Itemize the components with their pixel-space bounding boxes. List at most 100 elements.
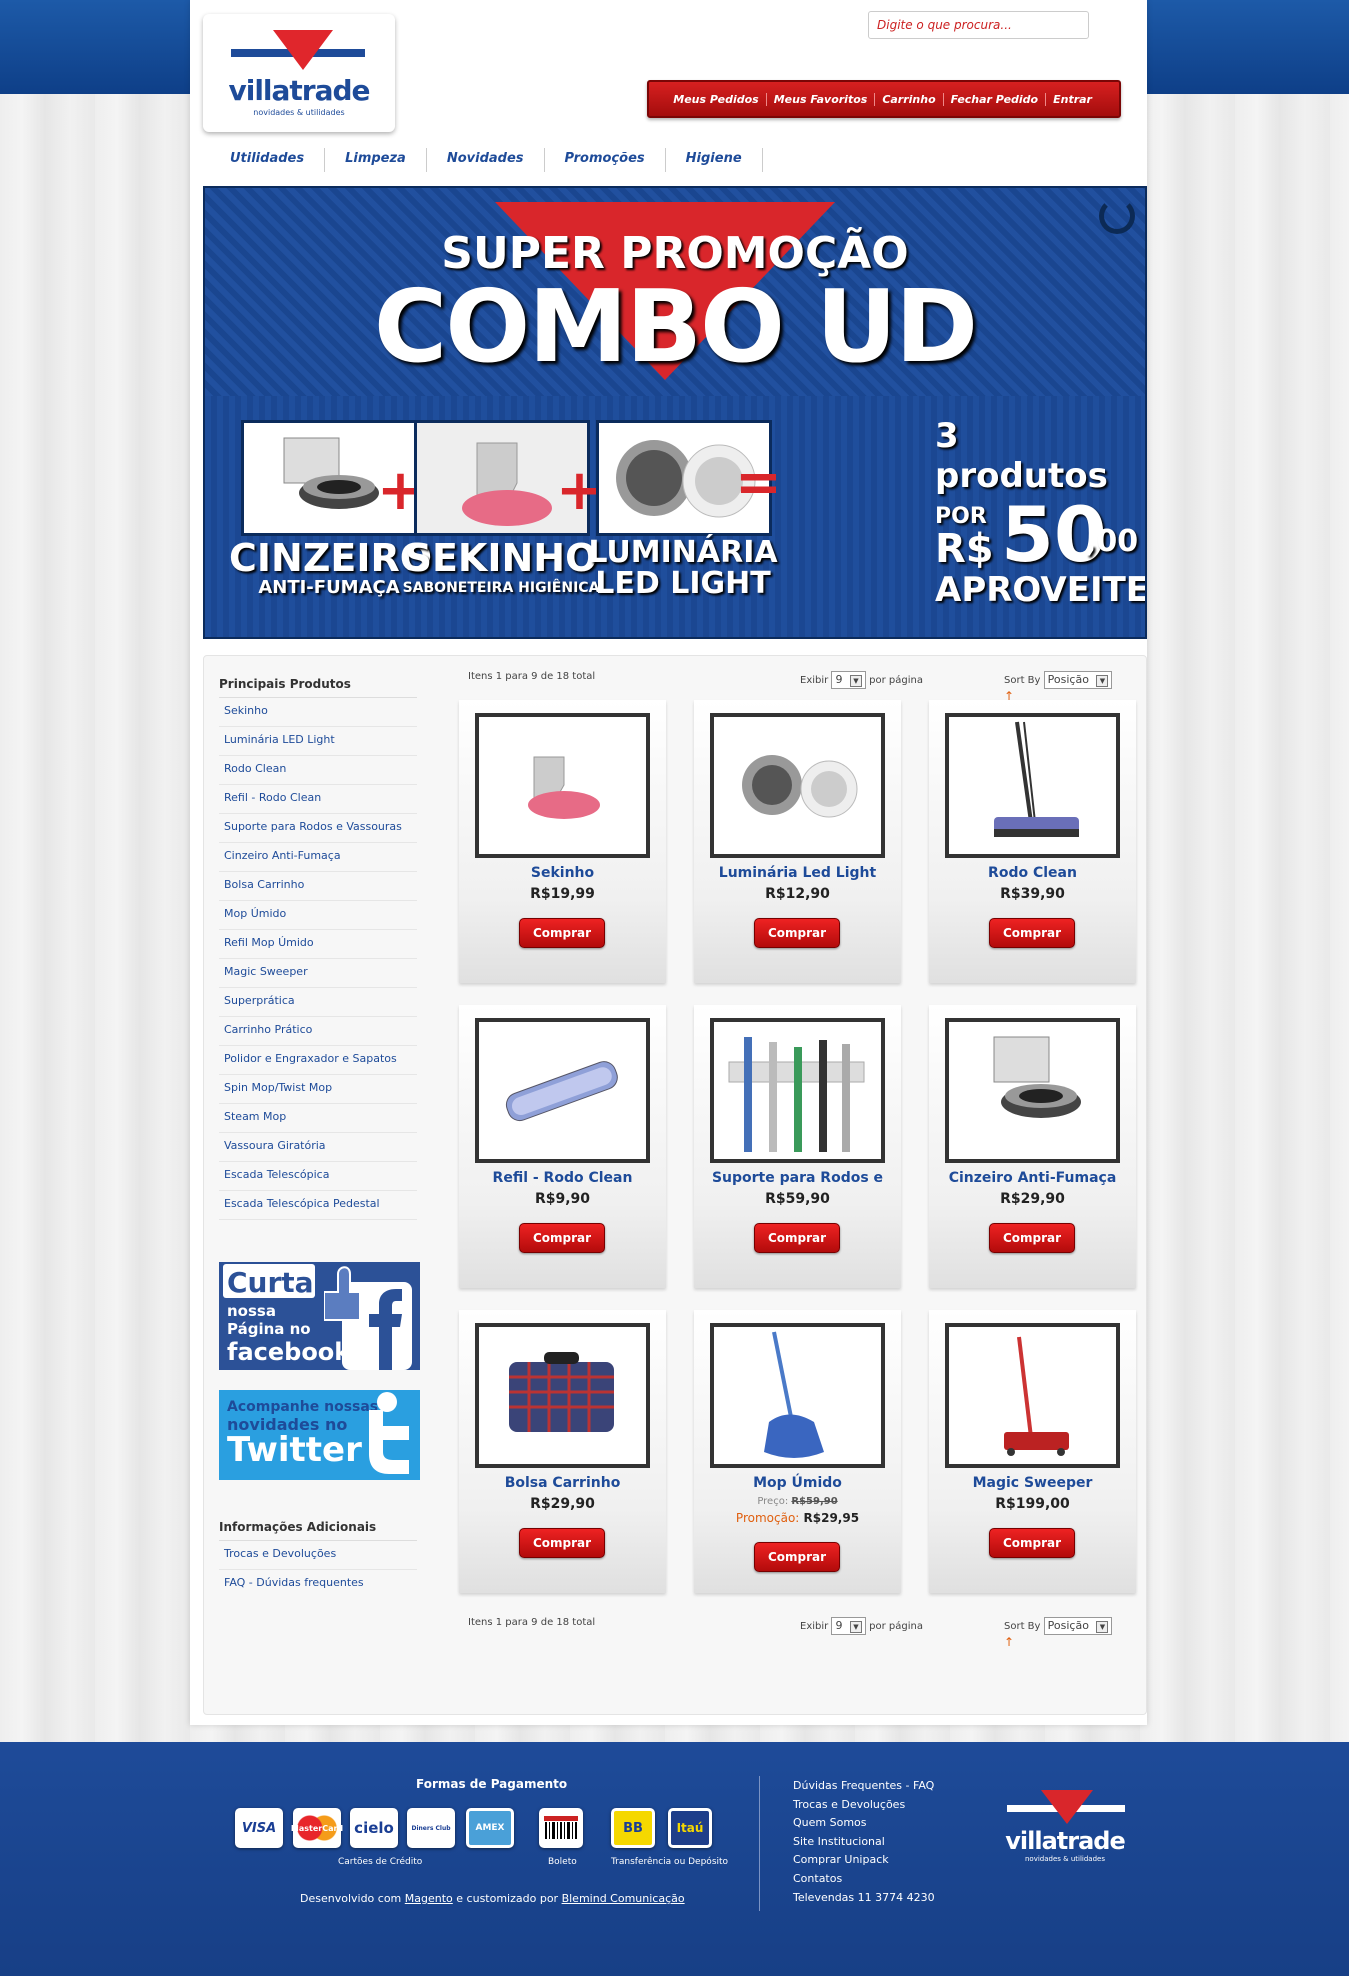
twitter-banner[interactable]: Acompanhe nossas novidades no Twitter [219,1390,420,1480]
link-meus-pedidos[interactable]: Meus Pedidos [666,93,765,106]
sidebar-item[interactable]: Rodo Clean [219,756,417,785]
product-name[interactable]: Refil - Rodo Clean [459,1170,666,1186]
search-icon[interactable] [834,12,860,38]
sidebar-item[interactable]: Bolsa Carrinho [219,872,417,901]
link-entrar[interactable]: Entrar [1045,92,1099,106]
footer-link-trocas[interactable]: Trocas e Devoluções [793,1796,935,1815]
product-name[interactable]: Mop Úmido [694,1475,901,1491]
sidebar-item[interactable]: Mop Úmido [219,901,417,930]
promo-price: Promoção: R$29,95 [694,1511,901,1525]
product-image[interactable] [475,713,650,858]
facebook-icon [324,1266,412,1370]
per-page-select[interactable]: 9 ▼ [831,671,866,689]
promo-price-label: Promoção: [735,1511,800,1525]
product-name[interactable]: Cinzeiro Anti-Fumaça [929,1170,1136,1186]
old-price: Preço: R$59,90 [694,1496,901,1507]
facebook-text-3: Página no [227,1320,311,1338]
buy-button[interactable]: Comprar [754,1223,840,1253]
banco-do-brasil-icon: BB [611,1808,655,1848]
item-count: Itens 1 para 9 de 18 total [468,1617,596,1628]
product-price: R$59,90 [765,1191,830,1207]
buy-button[interactable]: Comprar [989,1223,1075,1253]
show-label: Exibir [800,675,829,686]
sidebar-item[interactable]: Cinzeiro Anti-Fumaça [219,843,417,872]
promo-banner[interactable]: SUPER PROMOÇÃO COMBO UD + + = CINZEIRO A… [203,186,1147,639]
search-input[interactable]: Digite o que procura... [868,11,1089,39]
magento-link[interactable]: Magento [405,1892,453,1905]
chevron-down-icon: ▼ [1096,1621,1109,1633]
nav-higiene[interactable]: Higiene [666,148,763,172]
sort-select[interactable]: Posição ▼ [1043,671,1113,689]
buy-button[interactable]: Comprar [754,918,840,948]
mastercard-icon: MasterCard [291,1808,343,1848]
chevron-down-icon: ▼ [1096,675,1109,687]
footer-link-faq[interactable]: Dúvidas Frequentes - FAQ [793,1777,935,1796]
sort-select[interactable]: Posição ▼ [1043,1617,1113,1635]
product-name[interactable]: Magic Sweeper [929,1475,1136,1491]
buy-button[interactable]: Comprar [519,1528,605,1558]
product-name[interactable]: Sekinho [459,865,666,881]
buy-button[interactable]: Comprar [519,918,605,948]
nav-novidades[interactable]: Novidades [427,148,545,172]
product-card: Bolsa Carrinho R$29,90 Comprar [459,1310,666,1593]
link-meus-favoritos[interactable]: Meus Favoritos [765,92,875,106]
sidebar-item[interactable]: Luminária LED Light [219,727,417,756]
promo-price-value: R$29,95 [803,1511,860,1525]
sidebar-item[interactable]: Refil Mop Úmido [219,930,417,959]
product-image[interactable] [710,1323,885,1468]
product-name[interactable]: Bolsa Carrinho [459,1475,666,1491]
info-link-trocas[interactable]: Trocas e Devoluções [219,1541,417,1570]
product-name[interactable]: Rodo Clean [929,865,1136,881]
banner-label-sub: SABONETEIRA HIGIÊNICA [402,580,600,596]
buy-button[interactable]: Comprar [989,1528,1075,1558]
product-image[interactable] [945,1018,1120,1163]
sidebar-item[interactable]: Refil - Rodo Clean [219,785,417,814]
link-fechar-pedido[interactable]: Fechar Pedido [942,92,1045,106]
buy-button[interactable]: Comprar [754,1542,840,1572]
buy-button[interactable]: Comprar [519,1223,605,1253]
sidebar-item[interactable]: Carrinho Prático [219,1017,417,1046]
sort-control: Sort By Posição ▼ ↑ [1004,1617,1118,1649]
product-name[interactable]: Luminária Led Light [694,865,901,881]
logo-name: villatrade [228,74,370,107]
product-card: Suporte para Rodos e R$59,90 Comprar [694,1005,901,1288]
nav-utilidades[interactable]: Utilidades [210,148,326,172]
buy-button[interactable]: Comprar [989,918,1075,948]
sidebar-item[interactable]: Polidor e Engraxador e Sapatos [219,1046,417,1075]
banner-product-label: LUMINÁRIA LED LIGHT [583,538,783,600]
sidebar-item[interactable]: Magic Sweeper [219,959,417,988]
sidebar-item[interactable]: Superprática [219,988,417,1017]
product-image[interactable] [945,713,1120,858]
sidebar-item[interactable]: Escada Telescópica [219,1162,417,1191]
itau-icon: Itaú [668,1808,712,1848]
sidebar-item[interactable]: Vassoura Giratória [219,1133,417,1162]
info-link-faq[interactable]: FAQ - Dúvidas frequentes [219,1570,417,1599]
product-image[interactable] [475,1018,650,1163]
nav-limpeza[interactable]: Limpeza [325,148,427,172]
facebook-banner[interactable]: Curta nossa Página no facebook [219,1262,420,1370]
per-page-select[interactable]: 9 ▼ [831,1617,866,1635]
footer-logo[interactable]: villatrade novidades & utilidades [1003,1787,1133,1867]
banner-label-sub: ANTI-FUMAÇA [258,577,400,598]
chevron-down-icon: ▼ [849,1621,862,1633]
footer-link-institucional[interactable]: Site Institucional [793,1833,935,1852]
product-name[interactable]: Suporte para Rodos e [694,1170,901,1186]
footer-link-unipack[interactable]: Comprar Unipack [793,1851,935,1870]
agency-link[interactable]: Blemind Comunicação [562,1892,685,1905]
sidebar-item[interactable]: Suporte para Rodos e Vassouras [219,814,417,843]
product-image[interactable] [945,1323,1120,1468]
sidebar-item[interactable]: Spin Mop/Twist Mop [219,1075,417,1104]
sort-direction-icon[interactable]: ↑ [1004,1635,1014,1649]
product-image[interactable] [710,713,885,858]
sidebar-item[interactable]: Escada Telescópica Pedestal [219,1191,417,1220]
footer-link-contatos[interactable]: Contatos [793,1870,935,1889]
footer-link-quem-somos[interactable]: Quem Somos [793,1814,935,1833]
nav-promocoes[interactable]: Promoções [545,148,666,172]
site-logo[interactable]: villatrade novidades & utilidades [203,14,395,132]
product-image[interactable] [475,1323,650,1468]
banner-label-main: SEKINHO [404,536,598,580]
link-carrinho[interactable]: Carrinho [874,92,942,106]
sidebar-item[interactable]: Steam Mop [219,1104,417,1133]
sidebar-item[interactable]: Sekinho [219,698,417,727]
product-image[interactable] [710,1018,885,1163]
